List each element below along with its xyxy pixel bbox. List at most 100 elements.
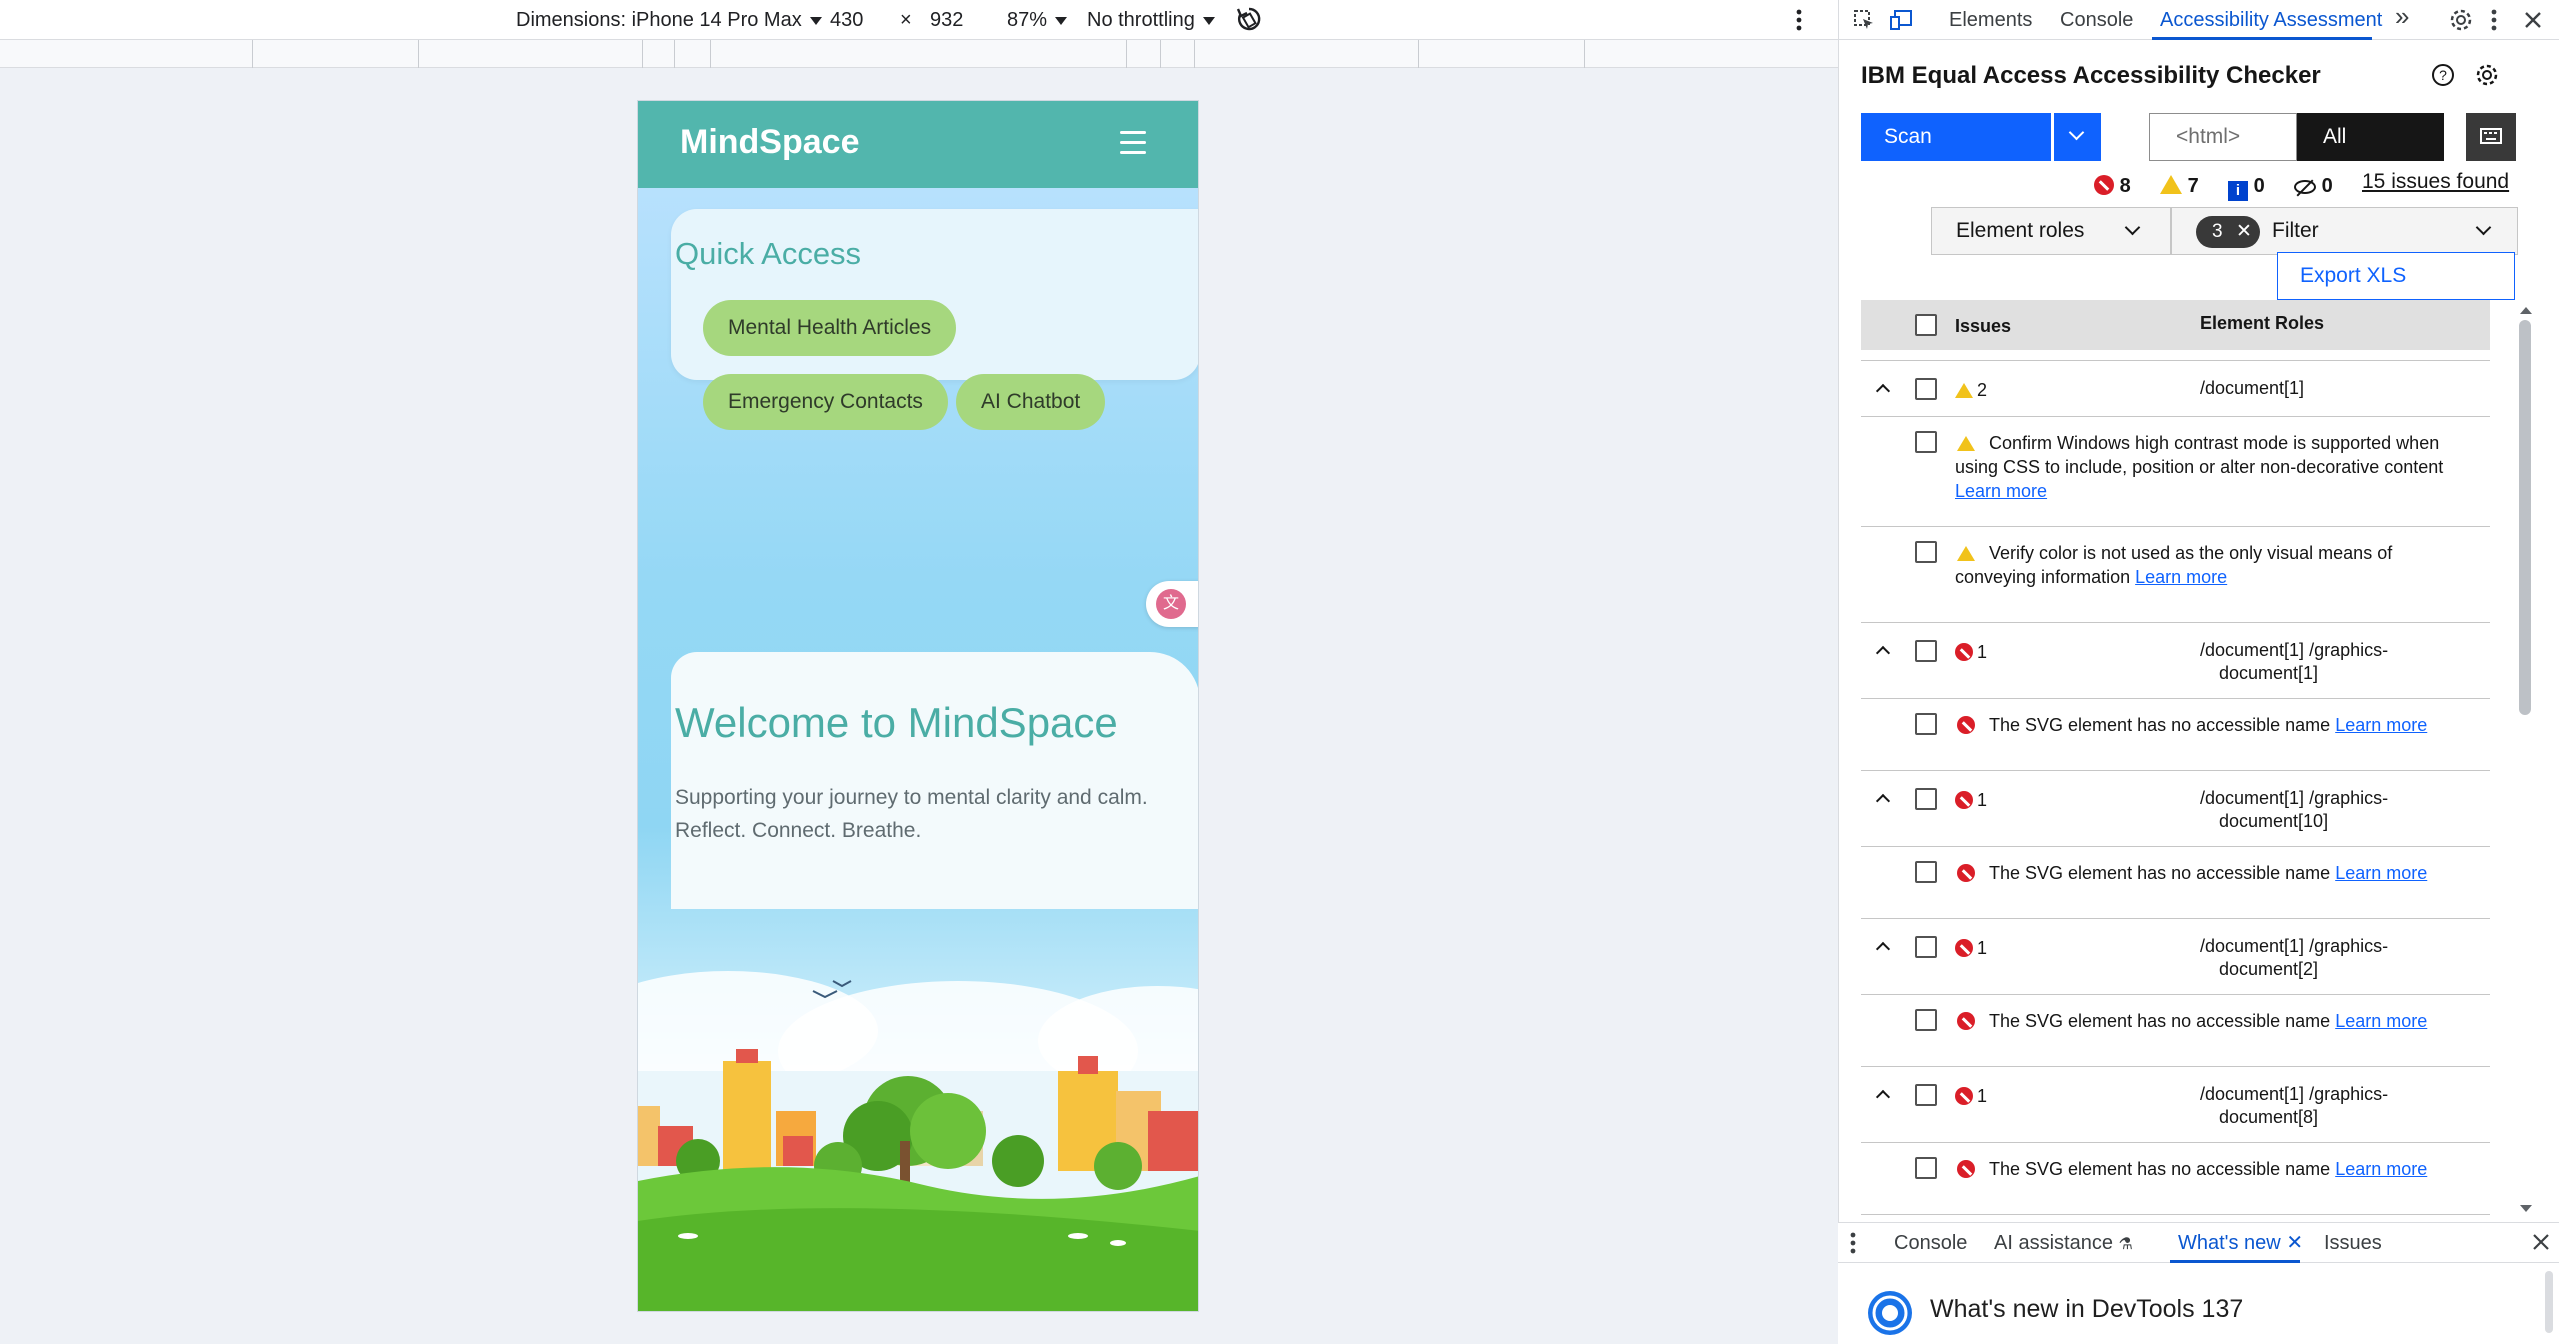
issues-found-link[interactable]: 15 issues found xyxy=(2362,170,2509,194)
issue-checkbox[interactable] xyxy=(1915,713,1937,735)
keyboard-checker-button[interactable] xyxy=(2466,113,2516,161)
select-all-checkbox[interactable] xyxy=(1915,314,1937,336)
zoom-select[interactable]: 87% xyxy=(1007,8,1068,32)
media-query-ruler[interactable] xyxy=(0,40,1838,68)
scroll-up-arrow-icon[interactable] xyxy=(2519,305,2533,315)
group-checkbox[interactable] xyxy=(1915,640,1937,662)
menu-bar xyxy=(1120,131,1146,134)
tab-elements[interactable]: Elements xyxy=(1949,8,2032,32)
drawer-tab-issues[interactable]: Issues xyxy=(2324,1231,2382,1255)
ruler-tick xyxy=(1418,40,1419,68)
device-toolbar: Dimensions: iPhone 14 Pro Max 430 × 932 … xyxy=(0,0,1838,40)
translate-widget[interactable]: 文 xyxy=(1146,581,1198,627)
chevron-up-icon[interactable] xyxy=(1875,941,1891,957)
close-drawer-icon[interactable] xyxy=(2532,1233,2550,1251)
issues-column-header[interactable]: Issues xyxy=(1955,316,2011,337)
issue-text: The SVG element has no accessible name xyxy=(1989,1011,2331,1031)
group-checkbox[interactable] xyxy=(1915,788,1937,810)
filter-dropdown[interactable]: 3 ✕ Filter xyxy=(2171,207,2518,255)
needs-review-count[interactable]: 7 xyxy=(2160,174,2199,198)
tab-console[interactable]: Console xyxy=(2060,8,2133,32)
rotate-icon[interactable] xyxy=(1236,6,1262,34)
chevron-up-icon[interactable] xyxy=(1875,1089,1891,1105)
devtools-drawer: Console AI assistance ⚗ What's new ✕ Iss… xyxy=(1838,1222,2559,1344)
row-divider xyxy=(1861,1142,2490,1143)
checker-settings-icon[interactable] xyxy=(2475,63,2499,87)
element-role-continued: document[2] xyxy=(2219,959,2319,979)
group-checkbox[interactable] xyxy=(1915,936,1937,958)
violations-count[interactable]: 8 xyxy=(2094,174,2131,198)
issues-table: Issues Element Roles 2/document[1] Confir… xyxy=(1861,300,2490,1220)
scan-button[interactable]: Scan xyxy=(1861,113,2051,161)
filter-label: Filter xyxy=(2272,219,2319,242)
hidden-count[interactable]: 0 xyxy=(2294,174,2333,198)
element-role-continued: document[8] xyxy=(2219,1107,2319,1127)
ruler-tick xyxy=(1160,40,1161,68)
element-roles-column-header[interactable]: Element Roles xyxy=(2200,313,2324,334)
devtools-tab-bar: Elements Console Accessibility Assessmen… xyxy=(1839,0,2559,40)
height-input[interactable]: 932 xyxy=(930,8,963,32)
element-roles-dropdown[interactable]: Element roles xyxy=(1931,207,2171,255)
app-title[interactable]: MindSpace xyxy=(680,123,859,162)
width-input[interactable]: 430 xyxy=(830,8,863,32)
row-divider xyxy=(1861,918,2490,919)
warning-icon xyxy=(1957,546,1975,561)
learn-more-link[interactable]: Learn more xyxy=(1955,481,2047,501)
mental-health-articles-button[interactable]: Mental Health Articles xyxy=(703,300,957,356)
drawer-tab-ai-assistance[interactable]: AI assistance ⚗ xyxy=(1994,1231,2133,1257)
svg-text:?: ? xyxy=(2439,67,2447,83)
group-checkbox[interactable] xyxy=(1915,1084,1937,1106)
issue-checkbox[interactable] xyxy=(1915,861,1937,883)
ai-assistance-label: AI assistance xyxy=(1994,1232,2113,1254)
ai-chatbot-button[interactable]: AI Chatbot xyxy=(956,374,1106,430)
city-park-illustration xyxy=(638,971,1198,1311)
emergency-contacts-button[interactable]: Emergency Contacts xyxy=(703,374,948,430)
drawer-menu-icon[interactable] xyxy=(1850,1232,1856,1254)
whats-new-title: What's new in DevTools 137 xyxy=(1930,1295,2244,1323)
table-scrollbar[interactable] xyxy=(2519,320,2531,715)
issue-checkbox[interactable] xyxy=(1915,1157,1937,1179)
drawer-tab-console[interactable]: Console xyxy=(1894,1231,1967,1255)
scroll-down-arrow-icon[interactable] xyxy=(2519,1204,2533,1214)
issue-checkbox[interactable] xyxy=(1915,1009,1937,1031)
filter-count: 3 xyxy=(2212,221,2223,242)
group-checkbox[interactable] xyxy=(1915,378,1937,400)
welcome-title: Welcome to MindSpace xyxy=(675,699,1118,746)
tab-accessibility-assessment[interactable]: Accessibility Assessment xyxy=(2160,8,2382,32)
scan-options-button[interactable] xyxy=(2053,113,2101,161)
drawer-tab-whats-new[interactable]: What's new ✕ xyxy=(2178,1231,2303,1255)
close-devtools-icon[interactable] xyxy=(2523,10,2543,30)
chevron-up-icon[interactable] xyxy=(1875,793,1891,809)
row-divider xyxy=(1861,526,2490,527)
issue-checkbox[interactable] xyxy=(1915,541,1937,563)
issue-checkbox[interactable] xyxy=(1915,431,1937,453)
settings-gear-icon[interactable] xyxy=(2449,8,2473,32)
chevron-up-icon[interactable] xyxy=(1875,645,1891,661)
learn-more-link[interactable]: Learn more xyxy=(2335,1159,2427,1179)
more-options-icon[interactable] xyxy=(1796,9,1802,31)
all-scope-button[interactable]: All xyxy=(2297,113,2444,161)
learn-more-link[interactable]: Learn more xyxy=(2135,567,2227,587)
device-dimensions-select[interactable]: Dimensions: iPhone 14 Pro Max xyxy=(516,8,822,32)
device-toggle-icon[interactable] xyxy=(1889,9,1913,31)
focus-element-field[interactable]: <html> xyxy=(2149,113,2297,161)
more-tabs-icon[interactable]: » xyxy=(2395,3,2409,29)
experiment-flask-icon: ⚗ xyxy=(2118,1236,2133,1253)
inspect-element-icon[interactable] xyxy=(1853,9,1875,31)
ruler-tick xyxy=(1584,40,1585,68)
recommendations-count[interactable]: i 0 xyxy=(2228,174,2265,201)
learn-more-link[interactable]: Learn more xyxy=(2335,863,2427,883)
learn-more-link[interactable]: Learn more xyxy=(2335,715,2427,735)
chevron-up-icon[interactable] xyxy=(1875,383,1891,399)
drawer-scrollbar[interactable] xyxy=(2545,1271,2553,1333)
export-xls-button[interactable]: Export XLS xyxy=(2277,252,2515,300)
learn-more-link[interactable]: Learn more xyxy=(2335,1011,2427,1031)
throttling-select[interactable]: No throttling xyxy=(1087,8,1215,32)
hamburger-menu-icon[interactable] xyxy=(1120,131,1146,155)
close-tab-icon[interactable]: ✕ xyxy=(2286,1232,2303,1254)
kebab-menu-icon[interactable] xyxy=(2491,9,2497,31)
clear-filter-icon[interactable]: ✕ xyxy=(2236,216,2252,248)
filter-count-tag[interactable]: 3 ✕ xyxy=(2196,216,2260,248)
help-icon[interactable]: ? xyxy=(2431,63,2455,87)
ruler-tick xyxy=(418,40,419,68)
